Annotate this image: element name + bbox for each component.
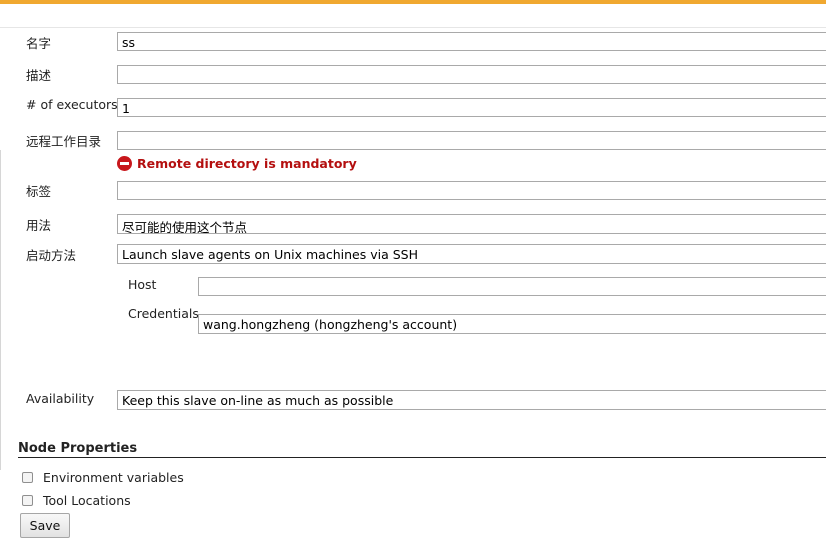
credentials-select[interactable]: wang.hongzheng (hongzheng's account) [198, 314, 826, 334]
tool-locations-checkbox[interactable] [22, 495, 33, 506]
left-border-rule [0, 150, 1, 470]
error-icon [117, 156, 132, 171]
executors-label: # of executors [26, 97, 118, 112]
name-input[interactable]: ss [117, 32, 826, 51]
launch-method-select[interactable]: Launch slave agents on Unix machines via… [117, 244, 826, 264]
header-divider [0, 27, 826, 28]
remote-dir-input[interactable] [117, 131, 826, 150]
tool-locations-label: Tool Locations [43, 493, 131, 508]
env-vars-checkbox[interactable] [22, 472, 33, 483]
node-properties-heading: Node Properties [18, 441, 138, 456]
remote-dir-label: 远程工作目录 [26, 134, 102, 149]
executors-input[interactable]: 1 [117, 98, 826, 117]
labels-label: 标签 [26, 184, 52, 199]
tool-locations-option[interactable]: Tool Locations [22, 493, 131, 508]
save-button[interactable]: Save [20, 513, 70, 538]
description-label: 描述 [26, 68, 52, 83]
env-vars-option[interactable]: Environment variables [22, 470, 184, 485]
credentials-label: Credentials [128, 306, 199, 321]
usage-label: 用法 [26, 218, 52, 233]
labels-input[interactable] [117, 181, 826, 200]
node-properties-divider [18, 457, 826, 458]
host-input[interactable] [198, 277, 826, 296]
host-label: Host [128, 277, 157, 292]
availability-label: Availability [26, 391, 95, 406]
remote-dir-error-text: Remote directory is mandatory [137, 156, 357, 171]
description-input[interactable] [117, 65, 826, 84]
availability-select[interactable]: Keep this slave on-line as much as possi… [117, 390, 826, 410]
usage-select[interactable]: 尽可能的使用这个节点 [117, 214, 826, 234]
top-accent-bar [0, 0, 826, 4]
launch-method-label: 启动方法 [26, 248, 77, 263]
remote-dir-error: Remote directory is mandatory [117, 156, 357, 171]
env-vars-label: Environment variables [43, 470, 184, 485]
name-label: 名字 [26, 36, 52, 51]
